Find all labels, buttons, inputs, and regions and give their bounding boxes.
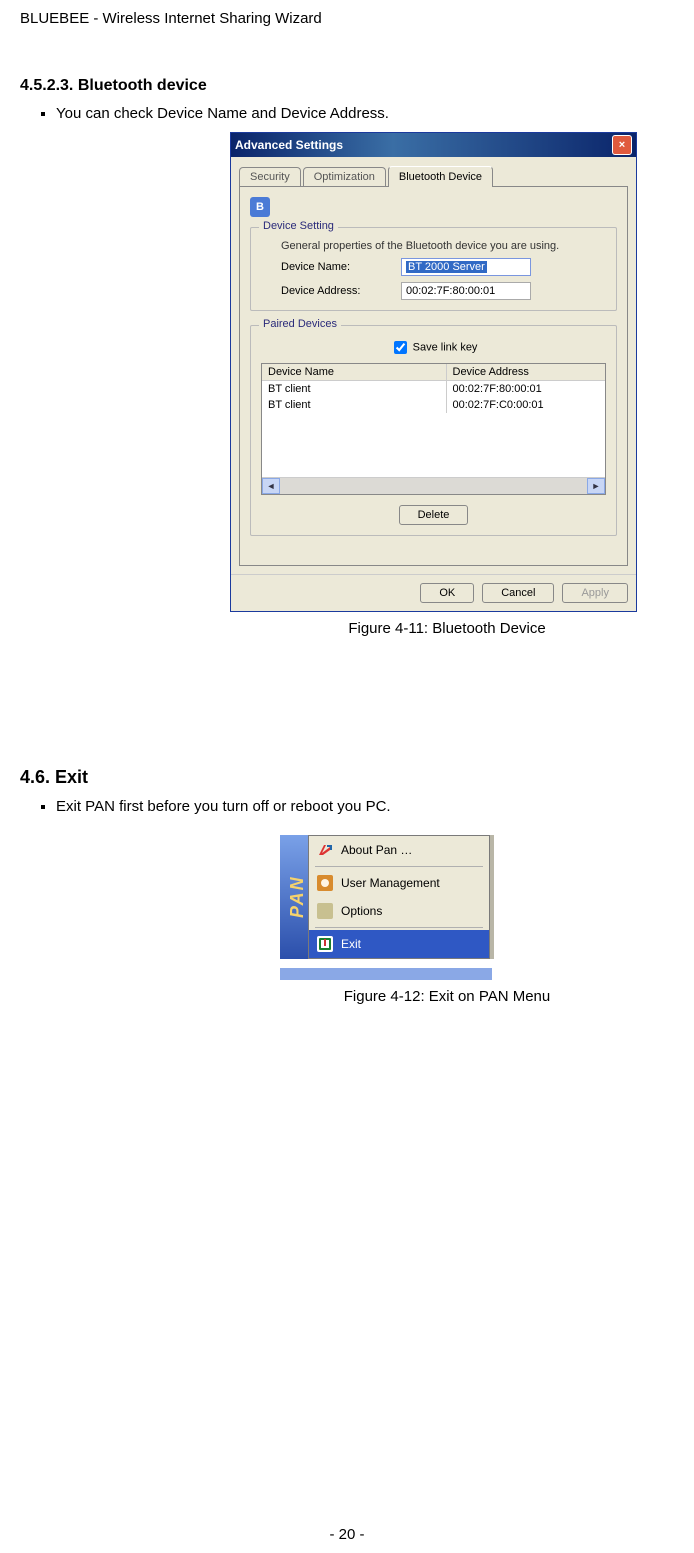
heading-4-6: 4.6. Exit bbox=[20, 767, 674, 788]
cell-device-address: 00:02:7F:C0:00:01 bbox=[447, 397, 606, 413]
close-icon[interactable]: × bbox=[612, 135, 632, 155]
menu-shadow bbox=[490, 835, 494, 959]
delete-button[interactable]: Delete bbox=[399, 505, 469, 525]
device-address-field: 00:02:7F:80:00:01 bbox=[401, 282, 531, 300]
bullet-check-device: You can check Device Name and Device Add… bbox=[56, 105, 674, 122]
cell-device-name: BT client bbox=[262, 397, 447, 413]
groupbox-paired-devices: Paired Devices Save link key Device Name… bbox=[250, 325, 617, 536]
save-link-key-checkbox[interactable] bbox=[394, 341, 407, 354]
pan-context-menu: About Pan … User Management Options Exit bbox=[308, 835, 490, 959]
advanced-settings-dialog: Advanced Settings × Security Optimizatio… bbox=[230, 132, 637, 612]
device-setting-desc: General properties of the Bluetooth devi… bbox=[281, 240, 606, 252]
heading-4-5-2-3: 4.5.2.3. Bluetooth device bbox=[20, 77, 674, 95]
cell-device-address: 00:02:7F:80:00:01 bbox=[447, 381, 606, 397]
label-device-name: Device Name: bbox=[281, 261, 401, 273]
user-icon bbox=[317, 875, 333, 891]
ok-button[interactable]: OK bbox=[420, 583, 474, 603]
doc-header: BLUEBEE - Wireless Internet Sharing Wiza… bbox=[20, 10, 674, 27]
legend-paired-devices: Paired Devices bbox=[259, 318, 341, 330]
device-name-value: BT 2000 Server bbox=[406, 261, 487, 273]
menu-item-label: About Pan … bbox=[341, 843, 412, 857]
about-icon bbox=[317, 842, 333, 858]
figure-4-12-caption: Figure 4-12: Exit on PAN Menu bbox=[220, 988, 674, 1005]
menu-item-about[interactable]: About Pan … bbox=[309, 836, 489, 864]
bluetooth-icon: B bbox=[250, 197, 270, 217]
menu-item-label: Options bbox=[341, 904, 382, 918]
col-header-device-name[interactable]: Device Name bbox=[262, 364, 447, 380]
menu-separator bbox=[315, 866, 483, 867]
taskbar-strip bbox=[280, 967, 492, 980]
label-device-address: Device Address: bbox=[281, 285, 401, 297]
menu-separator bbox=[315, 927, 483, 928]
legend-device-setting: Device Setting bbox=[259, 220, 338, 232]
pan-sidebar-logo: PAN bbox=[280, 835, 308, 959]
save-link-key-label: Save link key bbox=[413, 341, 478, 353]
scroll-right-icon[interactable]: ► bbox=[587, 478, 605, 494]
tab-optimization[interactable]: Optimization bbox=[303, 167, 386, 186]
figure-4-11-caption: Figure 4-11: Bluetooth Device bbox=[220, 620, 674, 637]
tab-security[interactable]: Security bbox=[239, 167, 301, 186]
menu-item-user-management[interactable]: User Management bbox=[309, 869, 489, 897]
paired-devices-list[interactable]: Device Name Device Address BT client 00:… bbox=[261, 363, 606, 495]
options-icon bbox=[317, 903, 333, 919]
table-row[interactable]: BT client 00:02:7F:80:00:01 bbox=[262, 381, 605, 397]
page-number: - 20 - bbox=[0, 1526, 694, 1543]
scroll-left-icon[interactable]: ◄ bbox=[262, 478, 280, 494]
table-row[interactable]: BT client 00:02:7F:C0:00:01 bbox=[262, 397, 605, 413]
col-header-device-address[interactable]: Device Address bbox=[447, 364, 606, 380]
device-name-field[interactable]: BT 2000 Server bbox=[401, 258, 531, 276]
groupbox-device-setting: Device Setting General properties of the… bbox=[250, 227, 617, 311]
apply-button[interactable]: Apply bbox=[562, 583, 628, 603]
cell-device-name: BT client bbox=[262, 381, 447, 397]
cancel-button[interactable]: Cancel bbox=[482, 583, 554, 603]
menu-item-exit[interactable]: Exit bbox=[309, 930, 489, 958]
menu-item-label: Exit bbox=[341, 937, 361, 951]
titlebar[interactable]: Advanced Settings × bbox=[231, 133, 636, 157]
menu-item-label: User Management bbox=[341, 876, 440, 890]
bullet-exit-pan: Exit PAN first before you turn off or re… bbox=[56, 798, 674, 815]
menu-item-options[interactable]: Options bbox=[309, 897, 489, 925]
exit-icon bbox=[317, 936, 333, 952]
tab-bluetooth-device[interactable]: Bluetooth Device bbox=[388, 166, 493, 187]
horizontal-scrollbar[interactable]: ◄ ► bbox=[262, 477, 605, 494]
titlebar-text: Advanced Settings bbox=[235, 138, 343, 152]
